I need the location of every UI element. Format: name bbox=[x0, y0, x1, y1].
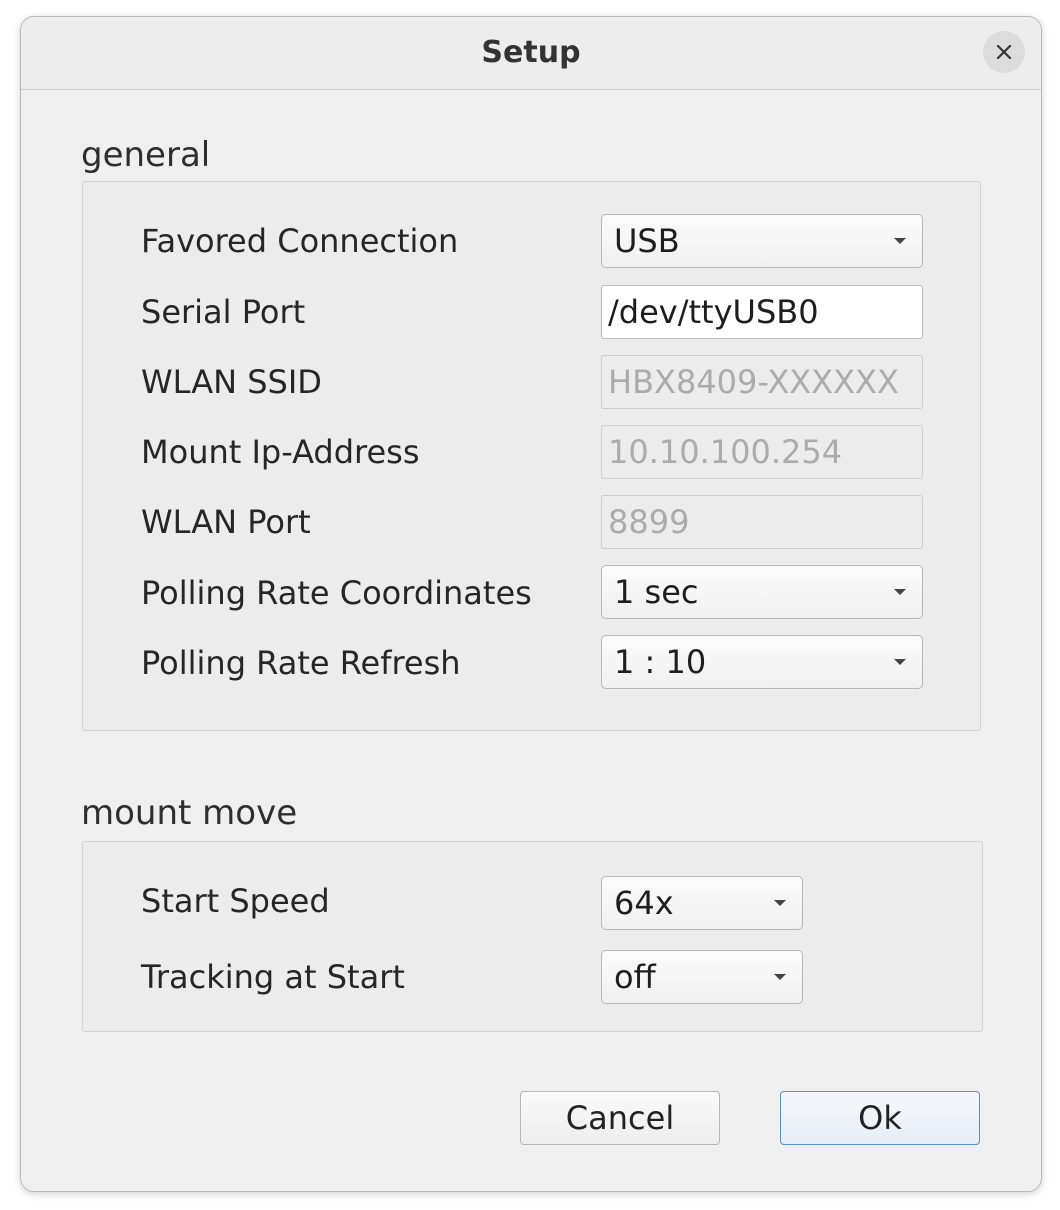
favored-connection-select[interactable]: USB bbox=[601, 214, 923, 268]
mount-ip-address-label: Mount Ip-Address bbox=[141, 433, 420, 471]
start-speed-select[interactable]: 64x bbox=[601, 876, 803, 930]
polling-rate-coordinates-select[interactable]: 1 sec bbox=[601, 565, 923, 619]
chevron-down-icon bbox=[894, 238, 906, 244]
wlan-ssid-input: HBX8409-XXXXXX bbox=[601, 355, 923, 409]
chevron-down-icon bbox=[894, 659, 906, 665]
polling-rate-refresh-label: Polling Rate Refresh bbox=[141, 644, 461, 682]
cancel-button[interactable]: Cancel bbox=[520, 1091, 720, 1145]
close-button[interactable] bbox=[983, 31, 1025, 73]
section-label-mount-move: mount move bbox=[81, 793, 298, 833]
tracking-at-start-select[interactable]: off bbox=[601, 950, 803, 1004]
wlan-ssid-label: WLAN SSID bbox=[141, 363, 322, 401]
groupbox-general: Favored Connection USB Serial Port /dev/… bbox=[82, 181, 981, 731]
start-speed-value: 64x bbox=[614, 884, 674, 922]
favored-connection-label: Favored Connection bbox=[141, 222, 459, 260]
mount-ip-address-input: 10.10.100.254 bbox=[601, 425, 923, 479]
chevron-down-icon bbox=[774, 900, 786, 906]
polling-rate-refresh-value: 1 : 10 bbox=[614, 643, 707, 681]
wlan-port-input: 8899 bbox=[601, 495, 923, 549]
tracking-at-start-value: off bbox=[614, 958, 656, 996]
title-bar: Setup bbox=[21, 17, 1041, 90]
groupbox-mount-move: Start Speed 64x Tracking at Start off bbox=[82, 841, 983, 1032]
section-label-general: general bbox=[81, 135, 211, 175]
wlan-port-label: WLAN Port bbox=[141, 503, 311, 541]
tracking-at-start-label: Tracking at Start bbox=[141, 958, 405, 996]
start-speed-label: Start Speed bbox=[141, 882, 330, 920]
serial-port-label: Serial Port bbox=[141, 293, 306, 331]
serial-port-input[interactable]: /dev/ttyUSB0 bbox=[601, 285, 923, 339]
polling-rate-refresh-select[interactable]: 1 : 10 bbox=[601, 635, 923, 689]
favored-connection-value: USB bbox=[614, 222, 680, 260]
polling-rate-coordinates-label: Polling Rate Coordinates bbox=[141, 574, 532, 612]
chevron-down-icon bbox=[894, 589, 906, 595]
dialog-title: Setup bbox=[481, 35, 581, 70]
setup-dialog: Setup general Favored Connection USB Ser… bbox=[20, 16, 1042, 1192]
chevron-down-icon bbox=[774, 974, 786, 980]
polling-rate-coordinates-value: 1 sec bbox=[614, 573, 699, 611]
close-icon bbox=[996, 44, 1012, 60]
ok-button[interactable]: Ok bbox=[780, 1091, 980, 1145]
